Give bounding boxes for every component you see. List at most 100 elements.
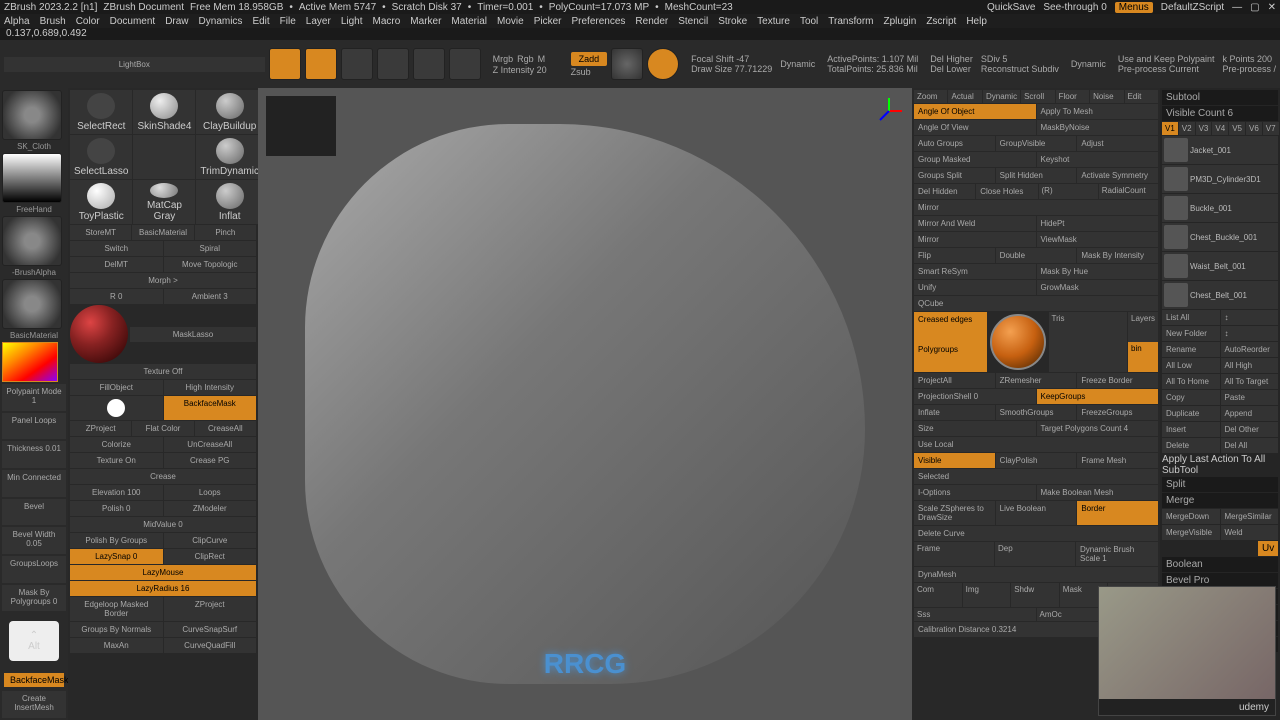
border-btn[interactable]: Border xyxy=(1077,501,1158,525)
freeze-groups[interactable]: FreezeGroups xyxy=(1077,405,1158,420)
menu-macro[interactable]: Macro xyxy=(373,16,401,27)
preprocess-current[interactable]: Pre-process Current xyxy=(1118,64,1215,74)
split-section[interactable]: Split xyxy=(1162,477,1278,492)
merge-down[interactable]: MergeDown xyxy=(1162,509,1220,524)
new-folder[interactable]: New Folder xyxy=(1162,326,1220,341)
variant-v1[interactable]: V1 xyxy=(1162,122,1178,135)
img-btn[interactable]: Img xyxy=(963,583,1011,607)
select-rect[interactable]: SelectRect xyxy=(70,90,132,134)
color-picker[interactable] xyxy=(2,342,58,382)
zsub-button[interactable]: Zsub xyxy=(571,67,608,77)
polish0[interactable]: Polish 0 xyxy=(70,501,163,516)
sss-btn[interactable]: Sss xyxy=(914,608,1036,621)
cliprect[interactable]: ClipRect xyxy=(164,549,257,564)
radial-count[interactable]: RadialCount xyxy=(1099,184,1158,199)
creased-edges[interactable]: Creased edges xyxy=(914,312,987,342)
inflat-brush[interactable]: Inflat xyxy=(196,180,263,224)
matcap-gray[interactable]: MatCap Gray xyxy=(133,180,195,224)
shdw-btn[interactable]: Shdw xyxy=(1011,583,1059,607)
maximize-icon[interactable]: ▢ xyxy=(1250,2,1259,13)
midvalue[interactable]: MidValue 0 xyxy=(70,517,256,532)
clipcurve[interactable]: ClipCurve xyxy=(164,533,257,548)
lazysnap[interactable]: LazySnap 0 xyxy=(70,549,163,564)
canvas-viewport[interactable]: RRCG xyxy=(258,88,912,720)
ambient-slider[interactable]: Ambient 3 xyxy=(164,289,257,304)
target-polys[interactable]: Target Polygons Count 4 xyxy=(1037,421,1159,436)
basic-material[interactable]: BasicMaterial xyxy=(132,225,193,240)
delete[interactable]: Delete xyxy=(1162,438,1220,453)
trimdynamic[interactable]: TrimDynamic xyxy=(196,135,263,179)
mask-by-hue[interactable]: Mask By Hue xyxy=(1037,264,1159,279)
bin-btn[interactable]: bin xyxy=(1128,342,1158,372)
merge-section[interactable]: Merge xyxy=(1162,493,1278,508)
backface-mask-toggle[interactable]: BackfaceMask xyxy=(4,673,64,687)
selected-btn[interactable]: Selected xyxy=(914,469,1158,484)
polygroups[interactable]: Polygroups xyxy=(914,342,987,372)
del-higher-button[interactable]: Del Higher xyxy=(930,54,973,64)
live-boolean[interactable]: Live Boolean xyxy=(996,501,1077,525)
quicksave-button[interactable]: QuickSave xyxy=(987,2,1035,13)
menu-stencil[interactable]: Stencil xyxy=(678,16,708,27)
use-local[interactable]: Use Local xyxy=(914,437,1158,452)
dep-btn[interactable]: Dep xyxy=(995,542,1075,566)
stroke-thumb-freehand[interactable] xyxy=(2,153,62,203)
project-all[interactable]: ProjectAll xyxy=(914,373,995,388)
groups-by-normals[interactable]: Groups By Normals xyxy=(70,622,163,637)
mask-by-intensity[interactable]: Mask By Intensity xyxy=(1077,248,1158,263)
dynamic-toggle[interactable]: Dynamic xyxy=(780,59,815,69)
pinch-brush[interactable]: Pinch xyxy=(195,225,256,240)
move-mode-button[interactable] xyxy=(341,48,373,80)
all-to-target[interactable]: All To Target xyxy=(1221,374,1279,389)
bevel-button[interactable]: Bevel xyxy=(2,499,66,526)
switch[interactable]: Switch xyxy=(70,241,163,256)
texoff[interactable]: Texture Off xyxy=(70,364,256,379)
material-thumb[interactable] xyxy=(2,279,62,329)
r-btn[interactable]: (R) xyxy=(1039,184,1098,199)
merge-similar[interactable]: MergeSimilar xyxy=(1221,509,1279,524)
scroll-btn[interactable]: Scroll xyxy=(1021,90,1054,103)
del-all[interactable]: Del All xyxy=(1221,438,1279,453)
menu-material[interactable]: Material xyxy=(451,16,487,27)
zproject-btn[interactable]: ZProject xyxy=(70,421,131,436)
gyro-button[interactable] xyxy=(611,48,643,80)
delete-curve[interactable]: Delete Curve xyxy=(914,526,1158,541)
size-slider[interactable]: Size xyxy=(914,421,1036,436)
auto-groups[interactable]: Auto Groups xyxy=(914,136,995,151)
menu-zscript[interactable]: Zscript xyxy=(926,16,956,27)
material-preview[interactable] xyxy=(70,305,128,363)
crease-all[interactable]: CreaseAll xyxy=(195,421,256,436)
del-other[interactable]: Del Other xyxy=(1221,422,1279,437)
zmodeler[interactable]: ZModeler xyxy=(164,501,257,516)
menu-file[interactable]: File xyxy=(280,16,296,27)
claybuildup[interactable]: ClayBuildup xyxy=(196,90,263,134)
menu-marker[interactable]: Marker xyxy=(410,16,441,27)
uncrease-all[interactable]: UnCreaseAll xyxy=(164,437,257,452)
mrgb-button[interactable]: Mrgb xyxy=(493,54,514,64)
zproject2[interactable]: ZProject xyxy=(164,597,257,621)
dynamic-subdiv[interactable]: Dynamic xyxy=(1071,59,1106,69)
noise-btn[interactable]: Noise xyxy=(1090,90,1123,103)
duplicate[interactable]: Duplicate xyxy=(1162,406,1220,421)
apply-to-mesh[interactable]: Apply To Mesh xyxy=(1037,104,1159,119)
min-connected[interactable]: Min Connected xyxy=(2,470,66,497)
arrows2[interactable]: ↕ xyxy=(1221,326,1279,341)
menu-document[interactable]: Document xyxy=(110,16,156,27)
append[interactable]: Append xyxy=(1221,406,1279,421)
claypolish[interactable]: ClayPolish xyxy=(996,453,1077,468)
preprocess-2[interactable]: Pre-process / xyxy=(1222,64,1276,74)
curvesnapsurf[interactable]: CurveSnapSurf xyxy=(164,622,257,637)
list-all[interactable]: List All xyxy=(1162,310,1220,325)
z-intensity-slider[interactable]: Z Intensity 20 xyxy=(493,65,547,75)
i-options[interactable]: I-Options xyxy=(914,485,1036,500)
polish-by-groups[interactable]: Polish By Groups xyxy=(70,533,163,548)
subtool-item[interactable]: Chest_Belt_001 xyxy=(1162,281,1278,309)
boolean-section[interactable]: Boolean xyxy=(1162,557,1278,572)
menu-draw[interactable]: Draw xyxy=(165,16,188,27)
unify-btn[interactable]: Unify xyxy=(914,280,1036,295)
skinshade4[interactable]: SkinShade4 xyxy=(133,90,195,134)
scale-zspheres[interactable]: Scale ZSpheres to DrawSize xyxy=(914,501,995,525)
menu-movie[interactable]: Movie xyxy=(497,16,524,27)
activate-symmetry[interactable]: Activate Symmetry xyxy=(1077,168,1158,183)
variant-v5[interactable]: V5 xyxy=(1229,122,1245,135)
crease-btn[interactable]: Crease xyxy=(70,469,256,484)
